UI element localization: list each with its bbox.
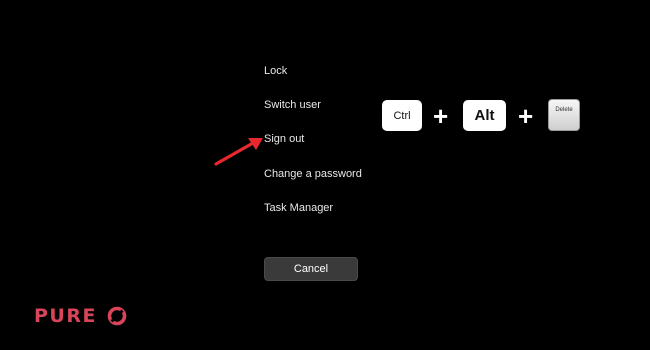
menu-item-lock[interactable]: Lock (264, 65, 287, 77)
menu-item-switch-user[interactable]: Switch user (264, 99, 321, 111)
plus-sign: + (433, 101, 449, 131)
menu-item-sign-out[interactable]: Sign out (264, 133, 304, 145)
ctrl-key: Ctrl (382, 100, 422, 131)
cancel-button[interactable]: Cancel (264, 257, 358, 281)
brand-text: PURE (34, 305, 97, 327)
plus-sign: + (518, 101, 534, 131)
menu-item-task-manager[interactable]: Task Manager (264, 202, 333, 214)
ring-logo-icon (107, 306, 127, 326)
delete-key: Delete (548, 99, 580, 131)
arrow-icon (214, 138, 263, 166)
brand-logo: PURE (34, 304, 128, 328)
alt-key: Alt (463, 100, 506, 131)
menu-item-change-password[interactable]: Change a password (264, 168, 362, 180)
